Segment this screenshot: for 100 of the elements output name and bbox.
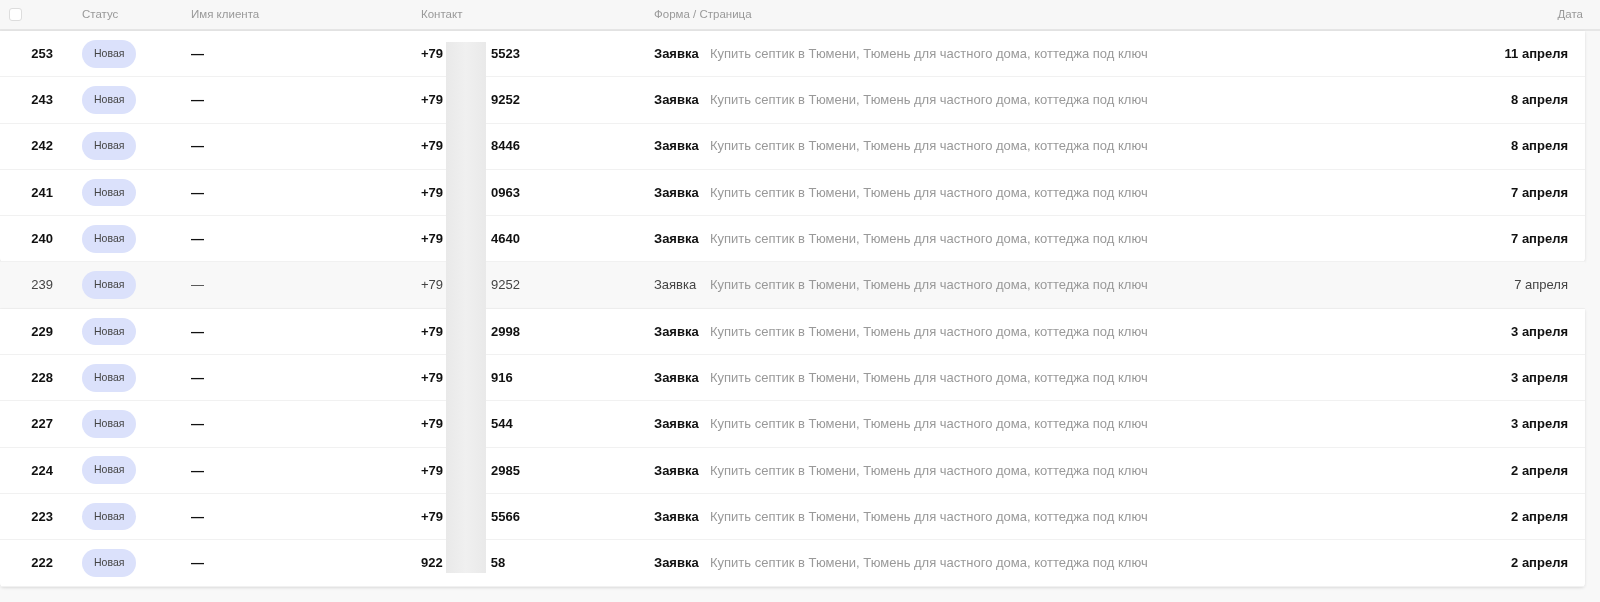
client-name: — <box>191 45 204 61</box>
lead-number: 227 <box>31 416 53 432</box>
page-title: Купить септик в Тюмени, Тюмень для частного дома, коттеджа под ключ <box>710 369 1148 385</box>
phone-end: 5523 <box>491 45 520 61</box>
client-name: — <box>191 138 204 154</box>
lead-date: 2 апреля <box>1511 508 1568 524</box>
lead-number: 239 <box>31 277 53 293</box>
phone-start: +79 <box>421 369 444 385</box>
client-name: — <box>191 369 204 385</box>
phone-start: +79 <box>421 462 444 478</box>
lead-number: 243 <box>31 92 53 108</box>
page-title: Купить септик в Тюмени, Тюмень для частного дома, коттеджа под ключ <box>710 138 1148 154</box>
phone-start: +79 <box>421 231 444 247</box>
client-name: — <box>191 323 204 339</box>
form-name: Заявка <box>654 45 699 61</box>
status-badge: Новая <box>82 456 137 485</box>
page-title: Купить септик в Тюмени, Тюмень для частного дома, коттеджа под ключ <box>710 555 1148 571</box>
page-title: Купить септик в Тюмени, Тюмень для частного дома, коттеджа под ключ <box>710 45 1148 61</box>
phone-end: 4640 <box>491 231 520 247</box>
client-name-header: Имя клиента <box>191 7 260 20</box>
status-badge: Новая <box>82 224 137 253</box>
phone-end: 2985 <box>491 462 520 478</box>
phone-end: 544 <box>491 416 513 432</box>
phone-start: +79 <box>421 92 444 108</box>
lead-date: 2 апреля <box>1511 555 1568 571</box>
phone-start: +79 <box>421 323 444 339</box>
phone-end: 916 <box>491 369 513 385</box>
lead-date: 3 апреля <box>1511 323 1568 339</box>
lead-date: 7 апреля <box>1511 184 1568 200</box>
phone-start: 922 <box>421 555 443 571</box>
lead-number: 242 <box>31 138 53 154</box>
status-badge: Новая <box>82 132 137 161</box>
lead-date: 2 апреля <box>1511 462 1568 478</box>
form-name: Заявка <box>654 184 699 200</box>
phone-start: +79 <box>421 45 444 61</box>
client-name: — <box>191 462 204 478</box>
status-badge: Новая <box>82 86 137 114</box>
client-name: — <box>191 92 204 108</box>
phone-start: +79 <box>421 184 444 200</box>
lead-date: 8 апреля <box>1511 92 1568 108</box>
status-badge: Новая <box>82 39 137 68</box>
status-badge: Новая <box>82 178 137 207</box>
form-name: Заявка <box>654 508 699 524</box>
phone-start: +79 <box>421 277 444 293</box>
form-name: Заявка <box>654 462 699 478</box>
date-header: Дата <box>1557 7 1583 20</box>
lead-number: 241 <box>31 184 53 200</box>
form-page-header: Форма / Страница <box>654 7 752 20</box>
form-name: Заявка <box>654 369 699 385</box>
page-title: Купить септик в Тюмени, Тюмень для частного дома, коттеджа под ключ <box>710 277 1148 293</box>
status-badge: Новая <box>82 502 137 531</box>
lead-number: 224 <box>31 462 53 478</box>
page-title: Купить септик в Тюмени, Тюмень для частного дома, коттеджа под ключ <box>710 184 1148 200</box>
lead-number: 223 <box>31 508 53 524</box>
phone-end: 8446 <box>491 138 520 154</box>
form-name: Заявка <box>654 231 699 247</box>
contact-header: Контакт <box>421 7 463 20</box>
status-badge: Новая <box>82 271 137 299</box>
lead-date: 7 апреля <box>1514 277 1568 293</box>
phone-end: 9252 <box>491 277 520 293</box>
phone-end: 9252 <box>491 92 520 108</box>
phone-end: 5566 <box>491 508 520 524</box>
select-all-checkbox[interactable] <box>9 8 22 21</box>
client-name: — <box>191 508 204 524</box>
client-name: — <box>191 184 204 200</box>
status-badge: Новая <box>82 363 137 392</box>
phone-start: +79 <box>421 138 444 154</box>
lead-number: 253 <box>31 45 53 61</box>
lead-number: 229 <box>31 323 53 339</box>
client-name: — <box>191 416 204 432</box>
status-badge: Новая <box>82 410 137 438</box>
page-title: Купить септик в Тюмени, Тюмень для частного дома, коттеджа под ключ <box>710 231 1148 247</box>
page-title: Купить септик в Тюмени, Тюмень для частного дома, коттеджа под ключ <box>710 416 1148 432</box>
form-name: Заявка <box>654 92 699 108</box>
lead-date: 8 апреля <box>1511 138 1568 154</box>
client-name: — <box>191 277 204 293</box>
form-name: Заявка <box>654 555 699 571</box>
page-title: Купить септик в Тюмени, Тюмень для частного дома, коттеджа под ключ <box>710 92 1148 108</box>
phone-end: 58 <box>490 555 506 571</box>
lead-date: 3 апреля <box>1511 416 1568 432</box>
lead-date: 11 апреля <box>1504 45 1568 61</box>
page-title: Купить септик в Тюмени, Тюмень для частного дома, коттеджа под ключ <box>710 323 1148 339</box>
status-header: Статус <box>82 7 119 20</box>
page-title: Купить септик в Тюмени, Тюмень для частного дома, коттеджа под ключ <box>710 462 1148 478</box>
form-name: Заявка <box>654 416 699 432</box>
lead-date: 7 апреля <box>1511 231 1568 247</box>
form-name: Заявка <box>654 323 699 339</box>
client-name: — <box>191 555 204 571</box>
lead-number: 222 <box>31 555 53 571</box>
lead-date: 3 апреля <box>1511 369 1568 385</box>
lead-number: 240 <box>31 231 53 247</box>
lead-number: 228 <box>31 369 53 385</box>
form-name: Заявка <box>654 277 697 293</box>
page-title: Купить септик в Тюмени, Тюмень для частного дома, коттеджа под ключ <box>710 508 1148 524</box>
phone-end: 0963 <box>491 184 520 200</box>
phone-start: +79 <box>421 508 444 524</box>
form-name: Заявка <box>654 138 699 154</box>
status-badge: Новая <box>82 317 137 346</box>
client-name: — <box>191 231 204 247</box>
status-badge: Новая <box>82 549 137 577</box>
